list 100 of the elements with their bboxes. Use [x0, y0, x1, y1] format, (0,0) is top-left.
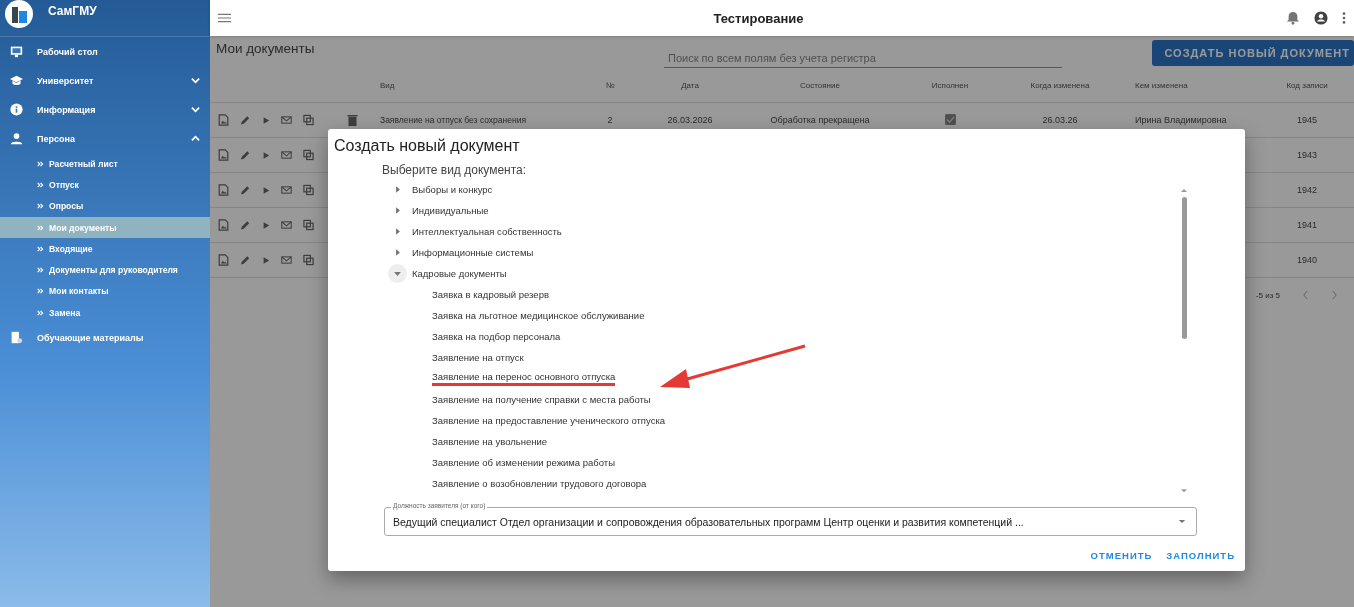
play-icon[interactable] — [262, 115, 270, 125]
double-chevron-icon — [37, 181, 44, 188]
tree-item[interactable]: Заявление на увольнение — [432, 436, 548, 447]
sidebar-item[interactable]: Университет — [0, 66, 210, 95]
column-header: Исполнен — [930, 80, 970, 90]
info-icon — [10, 103, 23, 116]
image-file-icon[interactable] — [218, 184, 229, 196]
mail-icon[interactable] — [281, 254, 292, 266]
scroll-down-icon[interactable] — [1181, 489, 1187, 493]
dropdown-icon — [1178, 519, 1186, 524]
sidebar-item[interactable]: Рабочий стол — [0, 37, 210, 66]
sidebar-item[interactable]: Информация — [0, 95, 210, 124]
table-cell: 2 — [607, 115, 613, 125]
pencil-icon[interactable] — [240, 219, 251, 231]
sidebar-subitem[interactable]: Отпуск — [0, 174, 210, 196]
copy-icon[interactable] — [303, 219, 314, 231]
account-icon[interactable] — [1314, 11, 1328, 25]
column-header: Вид — [380, 80, 396, 90]
column-header: Дата — [680, 80, 700, 90]
graduation-cap-icon — [10, 74, 23, 87]
column-header: № — [604, 80, 616, 90]
copy-icon[interactable] — [303, 254, 314, 266]
sidebar-item[interactable]: Обучающие материалы — [0, 323, 210, 353]
table-cell: 26.03.2026 — [667, 115, 713, 125]
mail-icon[interactable] — [281, 219, 292, 231]
column-header: Когда изменена — [1029, 80, 1091, 90]
copy-icon[interactable] — [303, 114, 314, 126]
image-file-icon[interactable] — [218, 254, 229, 266]
mail-icon[interactable] — [281, 149, 292, 161]
dialog-button[interactable]: ЗАПОЛНИТЬ — [1164, 546, 1237, 565]
dialog-title: Создать новый документ — [333, 136, 521, 155]
person-icon — [10, 132, 23, 145]
tree-item[interactable]: Индивидуальные — [412, 205, 489, 216]
tree-item[interactable]: Информационные системы — [412, 247, 534, 258]
more-icon[interactable] — [1342, 11, 1346, 25]
column-header: Код записи — [1285, 80, 1329, 90]
copy-icon[interactable] — [303, 149, 314, 161]
dialog-button[interactable]: ОТМЕНИТЬ — [1088, 546, 1155, 565]
bell-icon[interactable] — [1286, 11, 1300, 25]
tree-item[interactable]: Заявление на получение справки с места работы — [432, 394, 651, 405]
caret-icon[interactable] — [388, 264, 407, 283]
table-cell: 1943 — [1297, 150, 1317, 160]
tree-item[interactable]: Заявление на перенос основного отпуска — [432, 371, 616, 386]
brand-name: СамГМУ — [48, 4, 97, 18]
menu-icon[interactable] — [218, 13, 231, 23]
trash-icon[interactable] — [347, 114, 358, 126]
mail-icon[interactable] — [281, 114, 292, 126]
tree-item[interactable]: Заявка на подбор персонала — [432, 331, 561, 342]
sidebar-subitem[interactable]: Мои контакты — [0, 280, 210, 303]
tree-item[interactable]: Выборы и конкурс — [412, 184, 493, 195]
play-icon[interactable] — [262, 220, 270, 230]
pencil-icon[interactable] — [240, 254, 251, 266]
tree-item[interactable]: Заявление на предоставление ученического отпуска — [432, 415, 666, 426]
pencil-icon[interactable] — [240, 149, 251, 161]
tree-item[interactable]: Заявление на отпуск — [432, 352, 524, 363]
book-icon — [10, 331, 23, 345]
play-icon[interactable] — [262, 150, 270, 160]
double-chevron-icon — [37, 267, 44, 274]
mail-icon[interactable] — [281, 184, 292, 196]
table-cell: 1940 — [1297, 255, 1317, 265]
play-icon[interactable] — [262, 255, 270, 265]
tree-item[interactable]: Заявка в кадровый резерв — [432, 289, 549, 300]
column-header: Кем изменена — [1134, 80, 1189, 90]
sidebar-subitem[interactable]: Опросы — [0, 195, 210, 217]
monitor-icon — [10, 45, 23, 58]
pencil-icon[interactable] — [240, 114, 251, 126]
table-cell: 1941 — [1297, 220, 1317, 230]
double-chevron-icon — [37, 160, 44, 167]
table-cell: 1945 — [1297, 115, 1317, 125]
logo-icon — [4, 0, 34, 29]
table-cell: 26.03.26 — [1042, 115, 1078, 125]
table-cell: Заявление на отпуск без сохранения — [380, 115, 527, 125]
double-chevron-icon — [37, 203, 44, 210]
sidebar-subitem[interactable]: Входящие — [0, 238, 210, 260]
sidebar-subitem[interactable]: Расчетный лист — [0, 153, 210, 175]
sidebar-item[interactable]: Персона — [0, 124, 210, 153]
table-cell: 1942 — [1297, 185, 1317, 195]
double-chevron-icon — [37, 245, 44, 252]
page-title: Мои документы — [216, 41, 316, 56]
double-chevron-icon — [37, 288, 44, 295]
search-field[interactable]: Поиск по всем полям без учета регистра — [664, 49, 1062, 68]
tree-item[interactable]: Заявление о возобновлении трудового договора — [432, 478, 647, 489]
play-icon[interactable] — [262, 185, 270, 195]
app-title: Тестирование — [713, 10, 804, 26]
sidebar-subitem[interactable]: Замена — [0, 302, 210, 324]
pencil-icon[interactable] — [240, 184, 251, 196]
image-file-icon[interactable] — [218, 149, 229, 161]
tree-item[interactable]: Заявление об изменении режима работы — [432, 457, 615, 468]
double-chevron-icon — [37, 224, 44, 231]
table-cell: Обработка прекращена — [770, 115, 870, 125]
tree-item[interactable]: Кадровые документы — [412, 268, 507, 279]
scroll-up-icon[interactable] — [1181, 188, 1187, 192]
image-file-icon[interactable] — [218, 114, 229, 126]
sidebar-subitem[interactable]: Документы для руководителя — [0, 259, 210, 281]
double-chevron-icon — [37, 309, 44, 316]
tree-item[interactable]: Интеллектуальная собственность — [412, 226, 562, 237]
dialog-prompt: Выберите вид документа: — [381, 162, 528, 177]
copy-icon[interactable] — [303, 184, 314, 196]
tree-item[interactable]: Заявка на льготное медицинское обслуживание — [432, 310, 645, 321]
image-file-icon[interactable] — [218, 219, 229, 231]
